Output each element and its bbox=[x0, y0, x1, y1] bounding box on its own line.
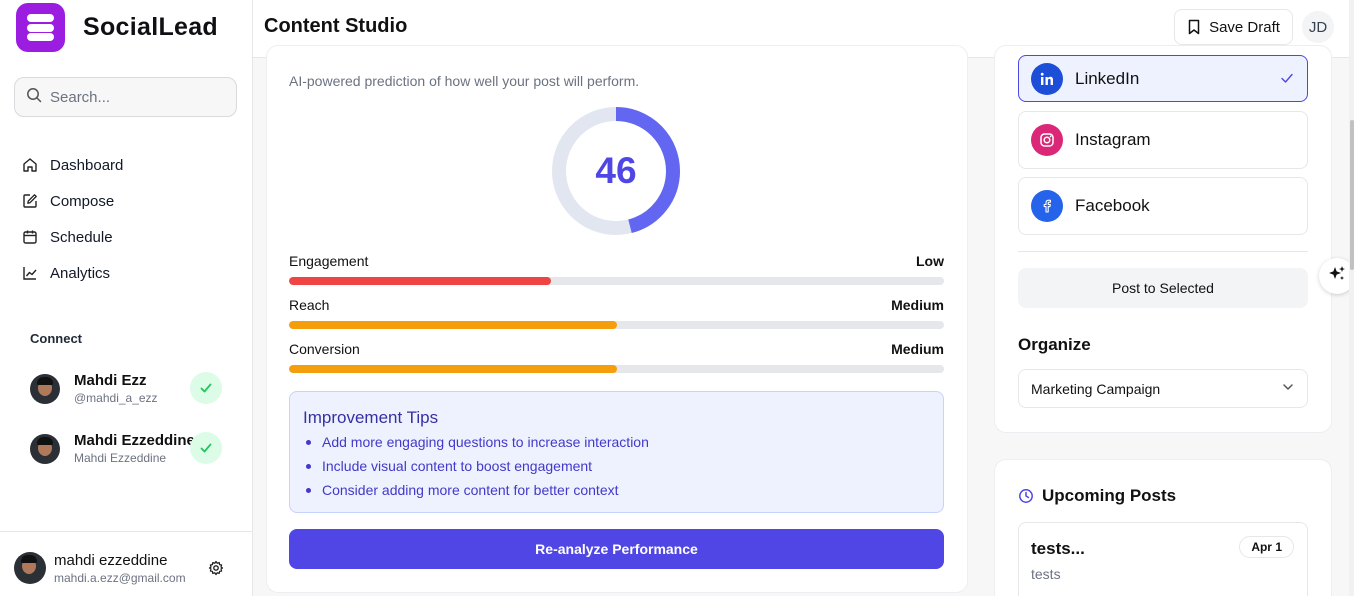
user-email: mahdi.a.ezz@gmail.com bbox=[54, 571, 186, 585]
user-name: mahdi ezzeddine bbox=[54, 552, 168, 569]
campaign-select[interactable]: Marketing Campaign bbox=[1018, 369, 1308, 408]
metric-label: Conversion bbox=[289, 341, 360, 357]
metric-level: Low bbox=[916, 253, 944, 269]
performance-score: 46 bbox=[595, 150, 637, 191]
linkedin-icon bbox=[1031, 62, 1063, 95]
account-handle: @mahdi_a_ezz bbox=[74, 391, 158, 405]
metric-bar bbox=[289, 321, 944, 329]
user-profile: mahdi ezzeddine mahdi.a.ezz@gmail.com bbox=[0, 531, 253, 596]
save-draft-label: Save Draft bbox=[1209, 18, 1280, 36]
scrollbar-thumb[interactable] bbox=[1350, 120, 1354, 270]
instagram-icon bbox=[1031, 124, 1063, 156]
post-date-badge: Apr 1 bbox=[1239, 536, 1294, 558]
search-box[interactable] bbox=[14, 77, 237, 117]
tips-title: Improvement Tips bbox=[303, 408, 439, 427]
sidebar-item-analytics[interactable]: Analytics bbox=[22, 255, 123, 291]
reanalyze-button[interactable]: Re-analyze Performance bbox=[289, 529, 944, 569]
settings-gear-icon[interactable] bbox=[208, 560, 224, 581]
metric-label: Engagement bbox=[289, 253, 369, 269]
tip-item: Consider adding more content for better … bbox=[306, 482, 649, 506]
sidebar: SocialLead Dashboard Compose bbox=[0, 0, 253, 596]
sidebar-nav: Dashboard Compose Schedule Analytics bbox=[22, 147, 123, 291]
connected-account[interactable]: Mahdi Ezzeddine Mahdi Ezzeddine bbox=[30, 432, 222, 465]
metric-engagement: Engagement Low bbox=[289, 253, 944, 285]
chevron-down-icon bbox=[1281, 380, 1295, 397]
avatar bbox=[30, 433, 60, 464]
app: SocialLead Dashboard Compose bbox=[0, 0, 1354, 596]
tip-item: Include visual content to boost engageme… bbox=[306, 458, 649, 482]
facebook-icon bbox=[1031, 190, 1063, 222]
platform-name: LinkedIn bbox=[1075, 68, 1140, 88]
metric-bar bbox=[289, 277, 944, 285]
brand-name: SocialLead bbox=[83, 13, 218, 41]
post-to-selected-button[interactable]: Post to Selected bbox=[1018, 268, 1308, 308]
upcoming-post-item[interactable]: tests... tests Apr 1 bbox=[1018, 522, 1308, 596]
upcoming-posts-title: Upcoming Posts bbox=[1042, 486, 1177, 505]
account-name: Mahdi Ezz bbox=[74, 372, 147, 389]
avatar bbox=[30, 373, 60, 404]
calendar-icon bbox=[22, 229, 38, 245]
post-description: tests bbox=[1031, 566, 1061, 582]
search-icon bbox=[26, 87, 42, 108]
selected-check-icon bbox=[1279, 70, 1295, 91]
header-avatar[interactable]: JD bbox=[1302, 11, 1334, 43]
metric-bar-fill bbox=[289, 321, 617, 329]
metric-bar bbox=[289, 365, 944, 373]
tip-item: Add more engaging questions to increase … bbox=[306, 434, 649, 458]
clock-icon bbox=[1018, 488, 1034, 504]
connected-check-icon bbox=[190, 372, 222, 404]
sidebar-item-compose[interactable]: Compose bbox=[22, 183, 123, 219]
platform-name: Facebook bbox=[1075, 196, 1150, 215]
chart-line-icon bbox=[22, 265, 38, 281]
sidebar-item-label: Schedule bbox=[50, 228, 113, 246]
metric-bar-fill bbox=[289, 277, 551, 285]
platform-facebook[interactable]: Facebook bbox=[1018, 177, 1308, 235]
metric-conversion: Conversion Medium bbox=[289, 341, 944, 373]
connected-check-icon bbox=[190, 432, 222, 464]
connected-account[interactable]: Mahdi Ezz @mahdi_a_ezz bbox=[30, 372, 222, 405]
brand[interactable]: SocialLead bbox=[16, 3, 218, 52]
sidebar-item-label: Dashboard bbox=[50, 156, 124, 174]
platform-name: Instagram bbox=[1075, 130, 1151, 149]
sidebar-item-schedule[interactable]: Schedule bbox=[22, 219, 123, 255]
page-scrollbar[interactable] bbox=[1349, 0, 1354, 596]
connect-heading: Connect bbox=[30, 331, 82, 346]
edit-icon bbox=[22, 193, 38, 209]
divider bbox=[1018, 251, 1308, 252]
metric-level: Medium bbox=[891, 341, 944, 357]
improvement-tips: Improvement Tips Add more engaging quest… bbox=[289, 391, 944, 513]
user-avatar[interactable] bbox=[14, 552, 46, 584]
page-title: Content Studio bbox=[264, 15, 408, 37]
sidebar-item-dashboard[interactable]: Dashboard bbox=[22, 147, 123, 183]
platform-instagram[interactable]: Instagram bbox=[1018, 111, 1308, 169]
metric-reach: Reach Medium bbox=[289, 297, 944, 329]
account-name: Mahdi Ezzeddine bbox=[74, 432, 195, 449]
account-handle: Mahdi Ezzeddine bbox=[74, 451, 167, 465]
performance-subtitle: AI-powered prediction of how well your p… bbox=[289, 73, 640, 89]
app-logo bbox=[16, 3, 65, 52]
search-input[interactable] bbox=[50, 88, 220, 106]
home-icon bbox=[22, 157, 38, 173]
sidebar-item-label: Analytics bbox=[50, 264, 111, 282]
sidebar-item-label: Compose bbox=[50, 192, 115, 210]
campaign-select-value: Marketing Campaign bbox=[1031, 380, 1161, 397]
upcoming-posts-header: Upcoming Posts bbox=[1018, 486, 1176, 506]
platform-linkedin[interactable]: LinkedIn bbox=[1018, 55, 1308, 102]
save-draft-button[interactable]: Save Draft bbox=[1174, 9, 1293, 45]
bookmark-icon bbox=[1187, 19, 1201, 35]
metric-label: Reach bbox=[289, 297, 330, 313]
organize-heading: Organize bbox=[1018, 335, 1091, 354]
post-title: tests... bbox=[1031, 539, 1085, 558]
sparkles-icon bbox=[1327, 264, 1347, 289]
metric-bar-fill bbox=[289, 365, 617, 373]
tips-list: Add more engaging questions to increase … bbox=[306, 434, 649, 506]
metric-level: Medium bbox=[891, 297, 944, 313]
